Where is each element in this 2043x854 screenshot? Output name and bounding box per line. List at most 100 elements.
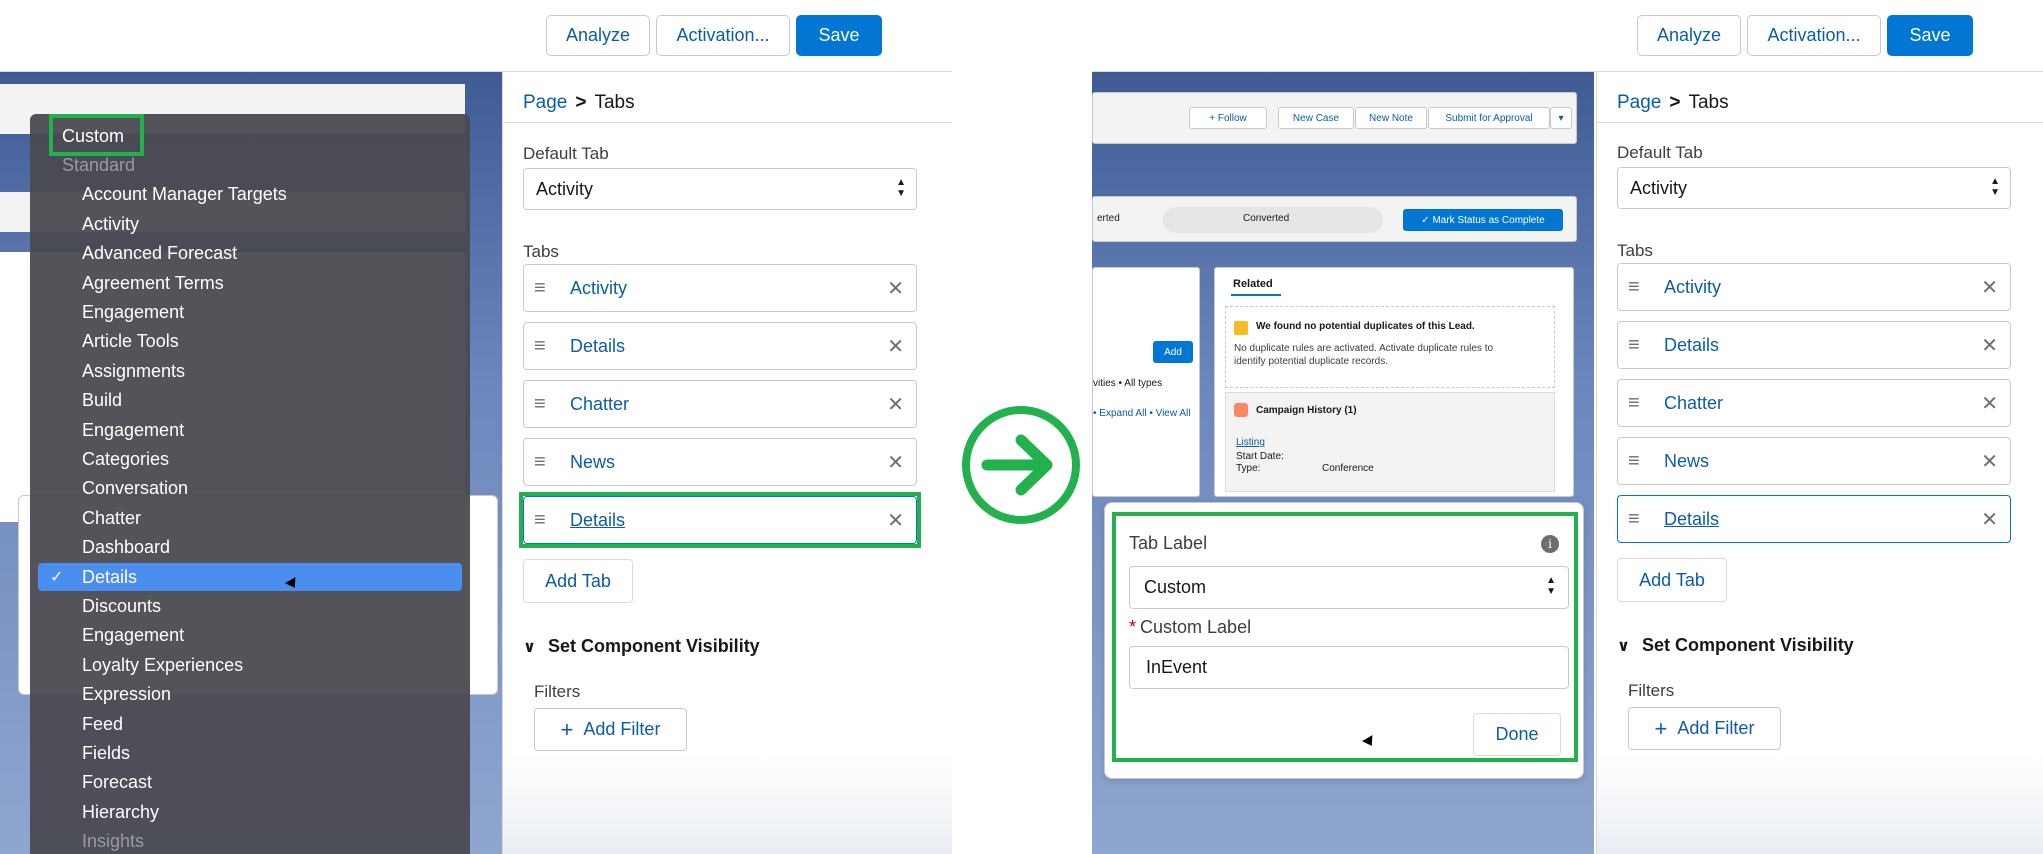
dropdown-option[interactable]: Build: [30, 387, 470, 415]
dropdown-option[interactable]: Assignments: [30, 357, 470, 385]
dropdown-option-selected[interactable]: ✓ Details: [38, 563, 462, 591]
drag-handle-icon[interactable]: ≡: [1628, 392, 1646, 415]
save-button[interactable]: Save: [796, 15, 882, 56]
dropdown-option[interactable]: Advanced Forecast: [30, 240, 470, 268]
arrow-right-icon-shape: [981, 434, 1053, 496]
tab-item-label[interactable]: News: [570, 452, 615, 473]
drag-handle-icon[interactable]: ≡: [1628, 334, 1646, 357]
activation-button[interactable]: Activation...: [656, 15, 790, 56]
highlight-box: [1112, 512, 1578, 762]
remove-icon[interactable]: ✕: [887, 450, 904, 475]
add-button[interactable]: Add: [1153, 341, 1193, 363]
save-button[interactable]: Save: [1887, 15, 1973, 56]
drag-handle-icon[interactable]: ≡: [534, 335, 552, 358]
remove-icon[interactable]: ✕: [1981, 391, 1998, 416]
new-case-button[interactable]: New Case: [1278, 107, 1354, 129]
dropdown-option[interactable]: Categories: [30, 445, 470, 473]
dropdown-option-label: Feed: [82, 713, 124, 734]
follow-button[interactable]: + Follow: [1189, 107, 1267, 129]
tab-item[interactable]: ≡ Chatter ✕: [523, 380, 917, 428]
select-arrows-icon: ▲ ▼: [896, 177, 906, 199]
dropdown-option[interactable]: Dashboard: [30, 534, 470, 562]
tab-item-label[interactable]: News: [1664, 451, 1709, 472]
dropdown-option[interactable]: Forecast: [30, 769, 470, 797]
tab-item-selected[interactable]: ≡ Details ✕: [1617, 495, 2011, 543]
listing-link[interactable]: Listing: [1236, 437, 1265, 448]
dropdown-option[interactable]: Engagement: [30, 622, 470, 650]
tab-item-label[interactable]: Activity: [1664, 277, 1721, 298]
dropdown-option[interactable]: Account Manager Targets: [30, 181, 470, 209]
dropdown-option[interactable]: Fields: [30, 739, 470, 767]
analyze-button[interactable]: Analyze: [546, 15, 650, 56]
tab-label-dropdown[interactable]: Custom Standard Account Manager Targets Act…: [30, 114, 470, 854]
highlight-box: [49, 114, 144, 156]
tab-item[interactable]: ≡ News ✕: [1617, 437, 2011, 485]
tab-item[interactable]: ≡ News ✕: [523, 438, 917, 486]
dropdown-option-label: Conversation: [82, 478, 189, 499]
visibility-section-header[interactable]: ∨ Set Component Visibility: [523, 636, 760, 657]
tab-item[interactable]: ≡ Activity ✕: [1617, 263, 2011, 311]
submit-approval-button[interactable]: Submit for Approval: [1428, 107, 1550, 129]
add-filter-button[interactable]: + Add Filter: [534, 708, 687, 751]
dropdown-option-label: Engagement: [82, 625, 185, 646]
dropdown-option[interactable]: Feed: [30, 710, 470, 738]
tab-item[interactable]: ≡ Details ✕: [523, 322, 917, 370]
mark-complete-button[interactable]: ✓ Mark Status as Complete: [1403, 209, 1563, 231]
remove-icon[interactable]: ✕: [1981, 449, 1998, 474]
add-tab-button[interactable]: Add Tab: [523, 559, 633, 603]
panel-fade: [503, 754, 952, 854]
expand-links[interactable]: • Expand All • View All: [1093, 408, 1190, 419]
dropdown-option[interactable]: Loyalty Experiences: [30, 651, 470, 679]
drag-handle-icon[interactable]: ≡: [1628, 450, 1646, 473]
add-tab-button[interactable]: Add Tab: [1617, 558, 1727, 602]
visibility-section-header[interactable]: ∨ Set Component Visibility: [1617, 635, 1854, 656]
remove-icon[interactable]: ✕: [887, 334, 904, 359]
tab-underline: [1231, 294, 1281, 296]
remove-icon[interactable]: ✕: [887, 392, 904, 417]
tab-item[interactable]: ≡ Details ✕: [1617, 321, 2011, 369]
dropdown-option[interactable]: Chatter: [30, 504, 470, 532]
default-tab-select[interactable]: Activity ▲ ▼: [523, 168, 917, 210]
default-tab-select[interactable]: Activity ▲ ▼: [1617, 167, 2011, 209]
drag-handle-icon[interactable]: ≡: [534, 277, 552, 300]
drag-handle-icon[interactable]: ≡: [1628, 508, 1646, 531]
tab-item-label[interactable]: Activity: [570, 278, 627, 299]
campaign-history-title[interactable]: Campaign History (1): [1256, 405, 1357, 416]
tab-item-label[interactable]: Details: [570, 336, 625, 357]
dropdown-option[interactable]: Engagement: [30, 298, 470, 326]
drag-handle-icon[interactable]: ≡: [534, 393, 552, 416]
tab-item-label[interactable]: Chatter: [1664, 393, 1723, 414]
drag-handle-icon[interactable]: ≡: [534, 451, 552, 474]
drag-handle-icon[interactable]: ≡: [1628, 276, 1646, 299]
analyze-button[interactable]: Analyze: [1637, 15, 1741, 56]
related-tab[interactable]: Related: [1233, 278, 1273, 290]
tab-item-label[interactable]: Details: [1664, 335, 1719, 356]
related-card: Related We found no potential duplicates…: [1214, 267, 1574, 497]
remove-icon[interactable]: ✕: [1981, 275, 1998, 300]
breadcrumb-page-link[interactable]: Page: [1617, 92, 1661, 113]
tab-item-label[interactable]: Details: [1664, 509, 1719, 530]
dropdown-option[interactable]: Article Tools: [30, 328, 470, 356]
tab-item-label[interactable]: Chatter: [570, 394, 629, 415]
dropdown-option[interactable]: Agreement Terms: [30, 269, 470, 297]
activation-button[interactable]: Activation...: [1747, 15, 1881, 56]
remove-icon[interactable]: ✕: [887, 276, 904, 301]
dropdown-option[interactable]: Insights: [30, 828, 470, 854]
remove-icon[interactable]: ✕: [1981, 507, 1998, 532]
breadcrumb-page-link[interactable]: Page: [523, 92, 567, 113]
dropdown-option[interactable]: Discounts: [30, 592, 470, 620]
add-filter-button[interactable]: + Add Filter: [1628, 707, 1781, 750]
dropdown-option[interactable]: Engagement: [30, 416, 470, 444]
tab-item[interactable]: ≡ Chatter ✕: [1617, 379, 2011, 427]
chevron-down-icon[interactable]: ▾: [1550, 107, 1572, 129]
dropdown-option[interactable]: Activity: [30, 210, 470, 238]
dropdown-option[interactable]: Expression: [30, 681, 470, 709]
dropdown-option-label: Advanced Forecast: [82, 243, 238, 264]
dropdown-option[interactable]: Hierarchy: [30, 798, 470, 826]
new-note-button[interactable]: New Note: [1355, 107, 1427, 129]
dropdown-option[interactable]: Conversation: [30, 475, 470, 503]
check-icon: ✓: [50, 569, 64, 586]
remove-icon[interactable]: ✕: [1981, 333, 1998, 358]
tab-item[interactable]: ≡ Activity ✕: [523, 264, 917, 312]
add-filter-label: Add Filter: [1677, 718, 1755, 738]
